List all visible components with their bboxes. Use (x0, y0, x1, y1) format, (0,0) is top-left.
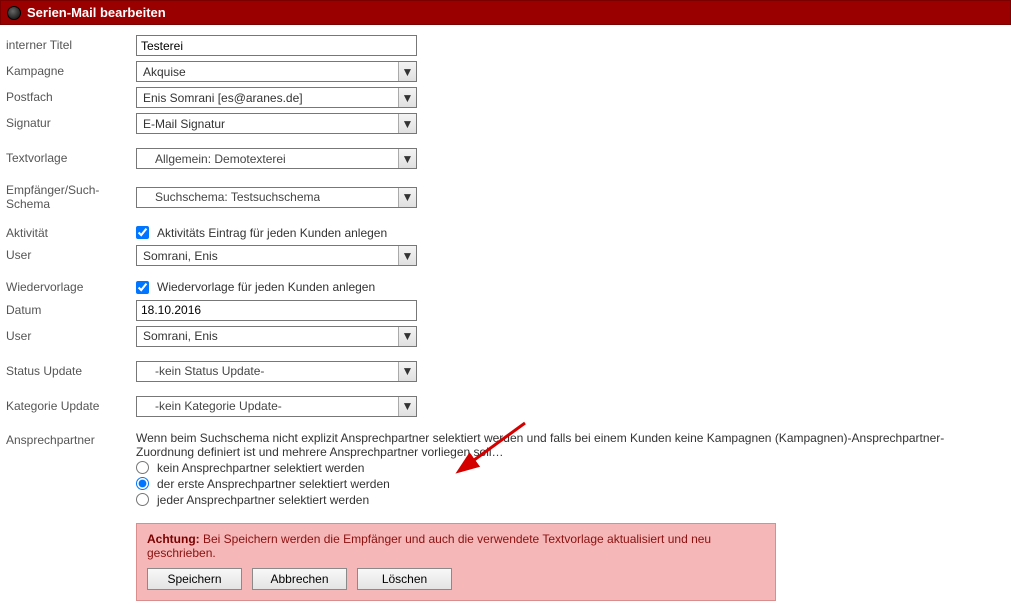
warning-box: Achtung: Bei Speichern werden die Empfän… (136, 523, 776, 601)
window-title: Serien-Mail bearbeiten (27, 5, 166, 20)
select-user1-value: Somrani, Enis (143, 249, 218, 263)
select-user2[interactable]: Somrani, Enis ▼ (136, 326, 417, 347)
chevron-down-icon: ▼ (398, 149, 416, 168)
select-kampagne[interactable]: Akquise ▼ (136, 61, 417, 82)
select-textvorlage[interactable]: Allgemein: Demotexterei ▼ (136, 148, 417, 169)
label-kategorie-update: Kategorie Update (6, 399, 136, 413)
radio-ap-none[interactable] (136, 461, 149, 474)
input-datum[interactable] (136, 300, 417, 321)
input-interner-titel[interactable] (136, 35, 417, 56)
radio-ap-none-label: kein Ansprechpartner selektiert werden (157, 461, 364, 475)
label-signatur: Signatur (6, 116, 136, 130)
chevron-down-icon: ▼ (398, 188, 416, 207)
save-button[interactable]: Speichern (147, 568, 242, 590)
select-user2-value: Somrani, Enis (143, 329, 218, 343)
label-textvorlage: Textvorlage (6, 151, 136, 165)
cancel-button[interactable]: Abbrechen (252, 568, 347, 590)
select-status-update[interactable]: -kein Status Update- ▼ (136, 361, 417, 382)
radio-ap-each[interactable] (136, 493, 149, 506)
label-wiedervorlage: Wiedervorlage (6, 280, 136, 294)
checkbox-aktivitaet-label: Aktivitäts Eintrag für jeden Kunden anle… (157, 226, 387, 240)
select-kategorie-update[interactable]: -kein Kategorie Update- ▼ (136, 396, 417, 417)
checkbox-wiedervorlage[interactable] (136, 281, 149, 294)
radio-ap-first[interactable] (136, 477, 149, 490)
radio-ap-each-label: jeder Ansprechpartner selektiert werden (157, 493, 369, 507)
select-empfaenger[interactable]: Suchschema: Testsuchschema ▼ (136, 187, 417, 208)
chevron-down-icon: ▼ (398, 327, 416, 346)
label-aktivitaet: Aktivität (6, 226, 136, 240)
label-user2: User (6, 329, 136, 343)
select-kategorie-update-value: -kein Kategorie Update- (143, 399, 282, 413)
select-kampagne-value: Akquise (143, 65, 186, 79)
label-postfach: Postfach (6, 90, 136, 104)
app-icon (7, 6, 21, 20)
label-user1: User (6, 248, 136, 262)
label-interner-titel: interner Titel (6, 38, 136, 52)
select-signatur-value: E-Mail Signatur (143, 117, 225, 131)
checkbox-wiedervorlage-label: Wiedervorlage für jeden Kunden anlegen (157, 280, 375, 294)
checkbox-aktivitaet[interactable] (136, 226, 149, 239)
form-area: interner Titel Kampagne Akquise ▼ Postfa… (0, 25, 1011, 607)
chevron-down-icon: ▼ (398, 114, 416, 133)
ansprechpartner-intro: Wenn beim Suchschema nicht explizit Ansp… (136, 431, 996, 459)
chevron-down-icon: ▼ (398, 62, 416, 81)
select-textvorlage-value: Allgemein: Demotexterei (143, 152, 286, 166)
select-postfach[interactable]: Enis Somrani [es@aranes.de] ▼ (136, 87, 417, 108)
select-user1[interactable]: Somrani, Enis ▼ (136, 245, 417, 266)
select-signatur[interactable]: E-Mail Signatur ▼ (136, 113, 417, 134)
chevron-down-icon: ▼ (398, 246, 416, 265)
radio-ap-first-label: der erste Ansprechpartner selektiert wer… (157, 477, 390, 491)
label-empfaenger: Empfänger/Such-Schema (6, 183, 136, 212)
select-empfaenger-value: Suchschema: Testsuchschema (143, 190, 320, 204)
label-kampagne: Kampagne (6, 64, 136, 78)
select-status-update-value: -kein Status Update- (143, 364, 264, 378)
chevron-down-icon: ▼ (398, 397, 416, 416)
select-postfach-value: Enis Somrani [es@aranes.de] (143, 91, 303, 105)
chevron-down-icon: ▼ (398, 362, 416, 381)
warning-message: Bei Speichern werden die Empfänger und a… (147, 532, 711, 560)
window-header: Serien-Mail bearbeiten (0, 0, 1011, 25)
delete-button[interactable]: Löschen (357, 568, 452, 590)
chevron-down-icon: ▼ (398, 88, 416, 107)
label-ansprechpartner: Ansprechpartner (6, 431, 136, 447)
label-status-update: Status Update (6, 364, 136, 378)
label-datum: Datum (6, 303, 136, 317)
